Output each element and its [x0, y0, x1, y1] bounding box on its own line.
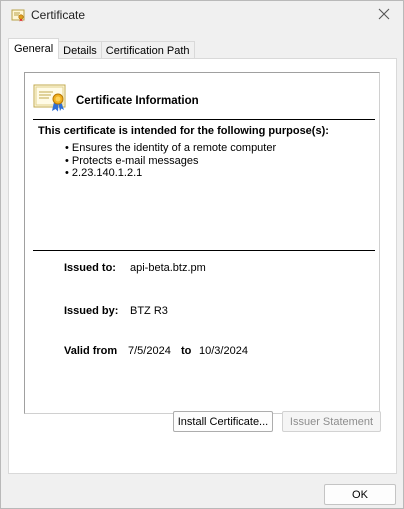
certificate-info-title: Certificate Information	[76, 95, 199, 107]
issued-to-label: Issued to:	[64, 262, 116, 274]
close-button[interactable]	[371, 3, 397, 27]
header-divider	[33, 119, 375, 120]
certificate-icon	[11, 8, 25, 22]
tab-certification-path[interactable]: Certification Path	[100, 41, 195, 59]
issuer-statement-button[interactable]: Issuer Statement	[282, 411, 381, 432]
list-item: Ensures the identity of a remote compute…	[65, 142, 276, 155]
ok-button[interactable]: OK	[324, 484, 396, 505]
list-item: 2.23.140.1.2.1	[65, 167, 276, 180]
issued-by-value: BTZ R3	[130, 305, 168, 317]
purpose-list: Ensures the identity of a remote compute…	[65, 142, 276, 180]
certificate-info-frame: Certificate Information This certificate…	[24, 72, 380, 414]
window-title: Certificate	[31, 8, 86, 22]
list-item: Protects e-mail messages	[65, 155, 276, 168]
tab-details[interactable]: Details	[58, 41, 102, 59]
certificate-dialog: Certificate General Details Certificatio…	[0, 0, 404, 509]
valid-to-value: 10/3/2024	[199, 345, 248, 357]
valid-from-value: 7/5/2024	[128, 345, 171, 357]
purpose-divider	[33, 250, 375, 251]
title-bar: Certificate	[1, 1, 403, 31]
general-tab-panel: Certificate Information This certificate…	[8, 58, 397, 474]
install-certificate-button[interactable]: Install Certificate...	[173, 411, 273, 432]
purpose-heading: This certificate is intended for the fol…	[38, 125, 329, 137]
issued-to-value: api-beta.btz.pm	[130, 262, 206, 274]
certificate-icon	[33, 83, 67, 113]
valid-to-label: to	[181, 345, 192, 357]
close-icon	[378, 8, 390, 23]
valid-from-label: Valid from	[64, 345, 118, 357]
tab-strip: General Details Certification Path	[8, 38, 195, 59]
tab-general[interactable]: General	[8, 38, 60, 59]
issued-by-label: Issued by:	[64, 305, 119, 317]
